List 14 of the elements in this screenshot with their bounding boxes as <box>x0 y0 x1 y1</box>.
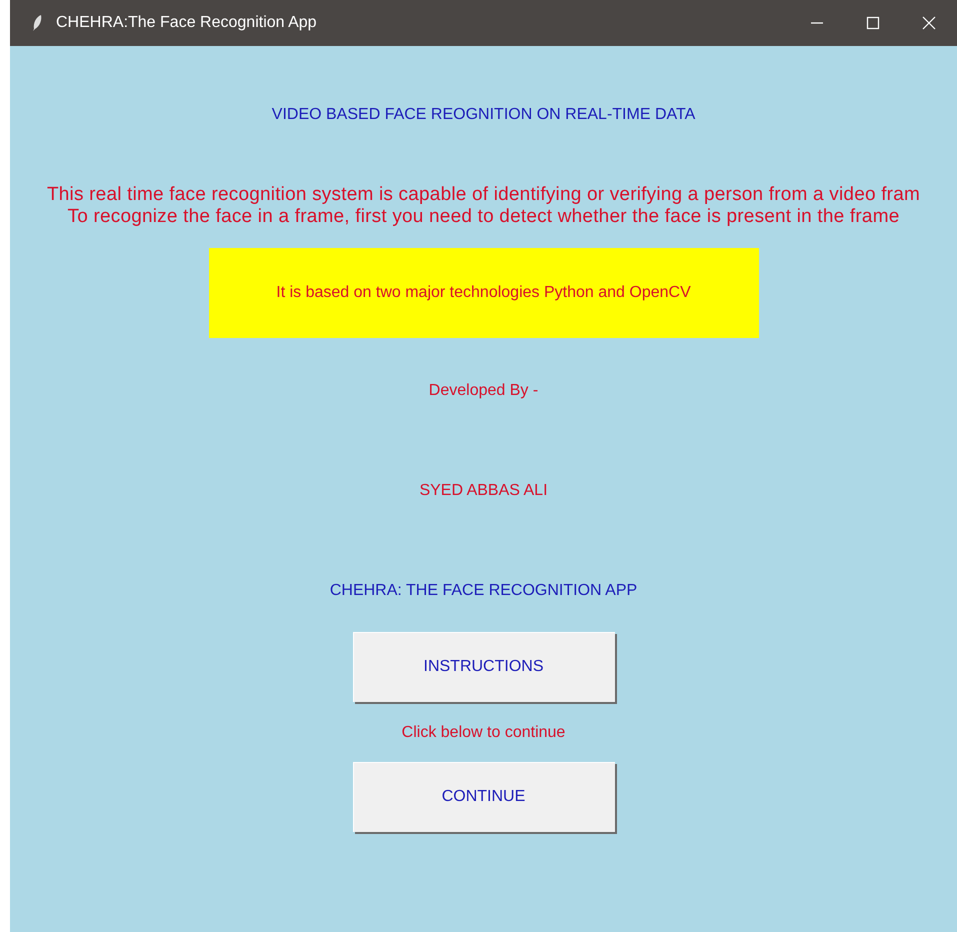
maximize-icon <box>866 16 880 30</box>
description-text: To recognize the face in a frame, first you need to detect whether the face is present in the frame <box>68 206 900 228</box>
label-text: SYED ABBAS ALI <box>419 481 548 501</box>
window-title: CHEHRA:The Face Recognition App <box>56 14 317 32</box>
close-icon <box>922 16 936 30</box>
description-text: This real time face recognition system is capable of identifying or verifying a person from a video fram <box>46 184 920 206</box>
action-button[interactable]: CONTINUE <box>352 762 614 832</box>
heading-text: CHEHRA: THE FACE RECOGNITION APP <box>330 581 638 601</box>
banner-text: It is based on two major technologies Python and OpenCV <box>276 283 691 303</box>
label-text: Click below to continue <box>402 723 566 743</box>
heading-text: VIDEO BASED FACE REOGNITION ON REAL-TIME DATA <box>272 105 696 125</box>
feather-icon <box>32 14 42 32</box>
action-button[interactable]: INSTRUCTIONS <box>352 632 614 702</box>
label-text: Developed By - <box>428 381 538 401</box>
